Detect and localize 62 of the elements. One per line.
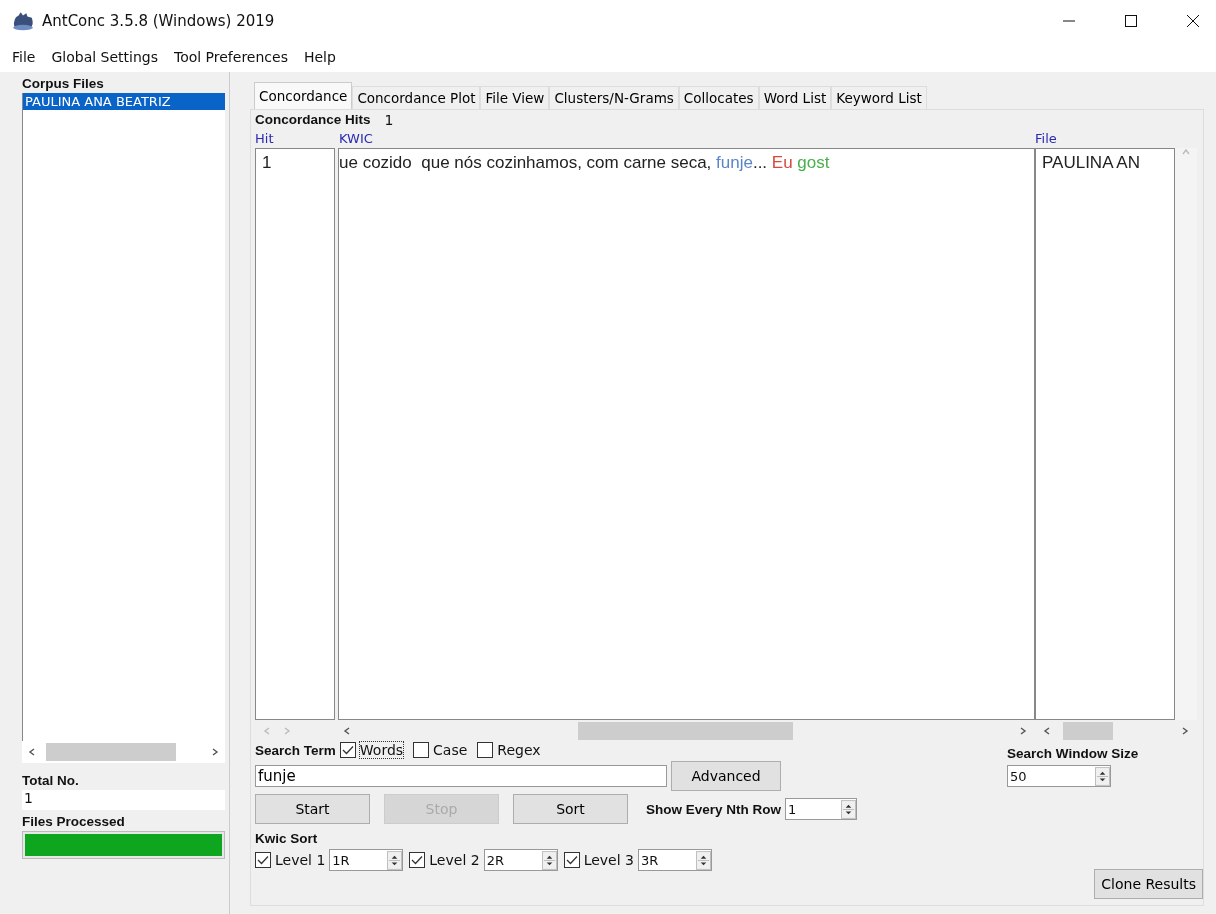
horizontal-scrollbar[interactable] (22, 741, 225, 763)
scroll-right-icon[interactable] (1181, 727, 1189, 735)
checkbox[interactable] (409, 852, 426, 868)
search-field[interactable]: funje (255, 765, 667, 787)
action-button[interactable]: Sort (513, 794, 628, 824)
maximize-icon[interactable] (1124, 14, 1138, 28)
menu-item[interactable]: Tool Preferences (165, 49, 296, 65)
file-item[interactable]: PAULINA ANA BEATRIZ (23, 93, 225, 110)
nth-row-label: Show Every Nth Row (646, 801, 782, 817)
menu-item[interactable]: Help (295, 49, 344, 65)
advanced-button[interactable]: Advanced (671, 761, 781, 791)
tab[interactable]: Concordance Plot (352, 86, 481, 109)
scroll-right-icon[interactable] (211, 748, 219, 756)
scroll-left-icon[interactable] (343, 727, 351, 735)
tab[interactable]: Collocates (678, 86, 759, 109)
menu-item[interactable]: Global Settings (43, 49, 166, 65)
checkbox-label[interactable]: Regex (497, 742, 541, 758)
scroll-left-icon[interactable] (28, 748, 36, 756)
clone-results-button[interactable]: Clone Results (1094, 869, 1203, 899)
tab[interactable]: Clusters/N-Grams (549, 86, 679, 109)
tab[interactable]: Concordance (254, 82, 353, 109)
checkbox[interactable] (413, 742, 430, 758)
kwic-sort-label: Kwic Sort (255, 831, 319, 846)
checkbox-label[interactable]: Case (433, 742, 468, 758)
field-label: Files Processed (22, 814, 126, 829)
scroll-right-icon[interactable] (1019, 727, 1027, 735)
window-title: AntConc 3.5.8 (Windows) 2019 (42, 12, 275, 30)
hits-label: Concordance Hits (255, 112, 371, 129)
checkbox[interactable] (477, 742, 494, 758)
checkbox-label[interactable]: Level 2 (429, 852, 480, 868)
kwic-line: ue cozido que nós cozinhamos, com carne seca, funje... Eu gost (339, 152, 831, 174)
app-icon (12, 11, 34, 31)
close-icon[interactable] (1186, 14, 1200, 28)
scroll-left-icon[interactable] (1043, 727, 1051, 735)
panel-title: Corpus Files (22, 76, 105, 91)
checkbox[interactable] (255, 852, 271, 868)
tab[interactable]: Word List (758, 86, 832, 109)
checkbox[interactable] (563, 852, 580, 868)
column-header[interactable]: File (1035, 131, 1057, 146)
column-header[interactable]: KWIC (339, 131, 373, 146)
action-button[interactable]: Start (255, 794, 370, 824)
table-cell-text: PAULINA AN (1041, 152, 1141, 174)
tab[interactable]: File View (480, 86, 550, 109)
spinner-arrows-icon[interactable] (541, 850, 557, 870)
vertical-scrollbar[interactable] (1175, 148, 1197, 720)
checkbox-label[interactable]: Level 3 (583, 852, 634, 868)
search-term-label: Search Term (255, 742, 336, 758)
spinner-arrows-icon[interactable] (387, 850, 403, 870)
spinner-arrows-icon[interactable] (1095, 766, 1111, 786)
checkbox-label[interactable]: Level 1 (275, 852, 326, 868)
field-label: Total No. (22, 773, 80, 788)
column-header[interactable]: Hit (255, 131, 274, 146)
total-field: 1 (22, 790, 225, 810)
hits-count: 1 (384, 112, 394, 130)
checkbox-label[interactable]: Words (359, 742, 404, 758)
spinner-arrows-icon[interactable] (841, 799, 857, 819)
spinner-arrows-icon[interactable] (695, 850, 711, 870)
tab[interactable]: Keyword List (831, 86, 927, 109)
table-cell-text: 1 (261, 152, 273, 174)
window-size-label: Search Window Size (1007, 746, 1139, 761)
menu-item[interactable]: File (4, 49, 44, 65)
checkbox[interactable] (339, 742, 356, 758)
